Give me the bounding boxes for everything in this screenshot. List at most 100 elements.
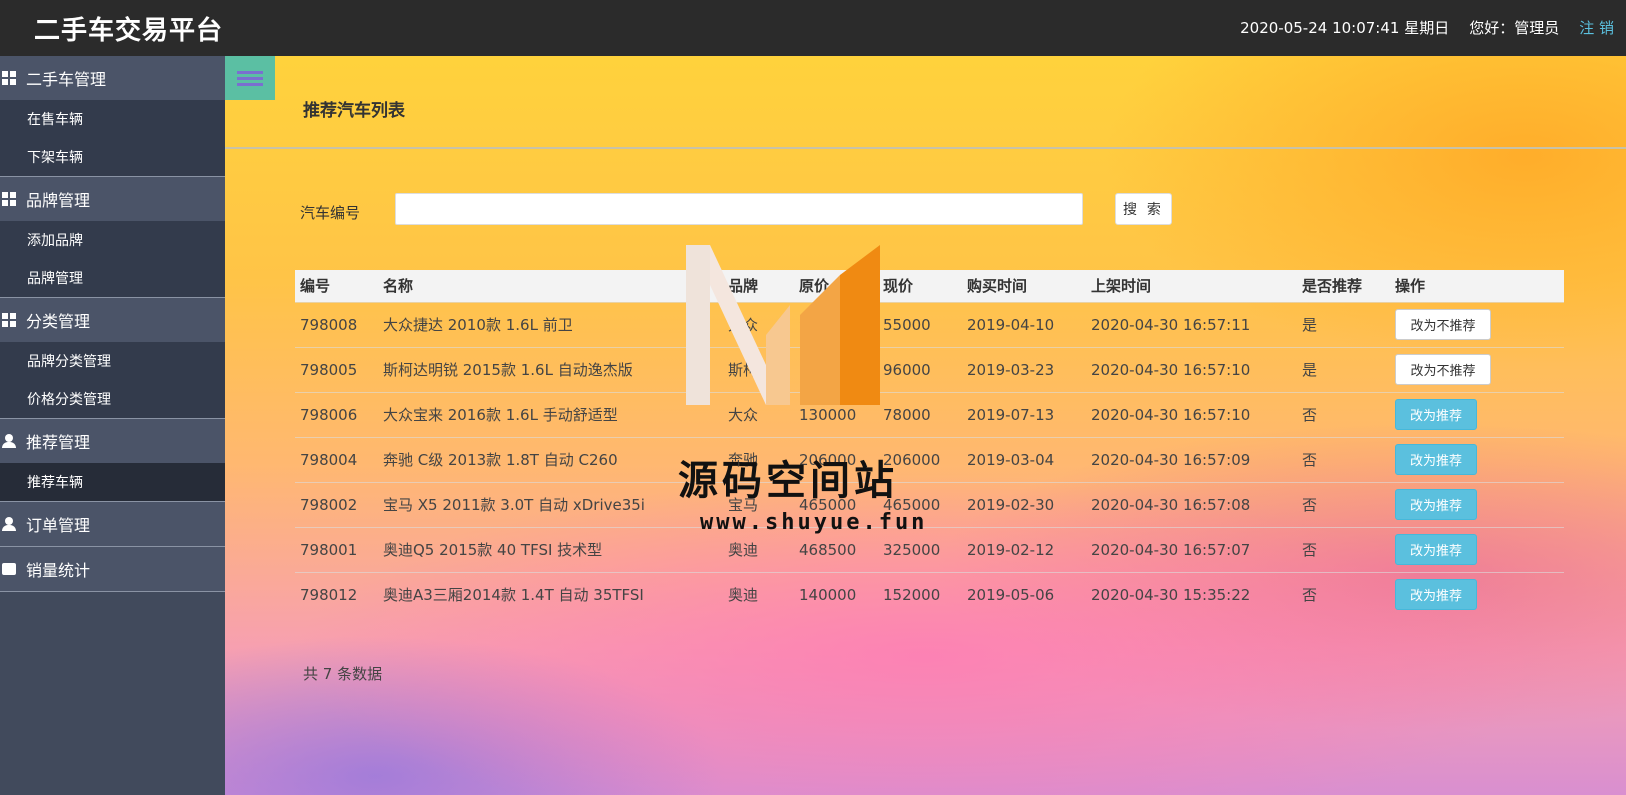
sidebar-group: 销量统计 bbox=[0, 547, 225, 592]
cell-buy: 2019-03-04 bbox=[962, 436, 1086, 482]
cell-orig: 140000 bbox=[794, 571, 878, 617]
sidebar-item[interactable]: 添加品牌 bbox=[0, 221, 225, 259]
recommend-button[interactable]: 改为推荐 bbox=[1395, 489, 1477, 520]
recommend-button[interactable]: 改为推荐 bbox=[1395, 444, 1477, 475]
car-table: 编号 名称 品牌 原价 现价 购买时间 上架时间 是否推荐 操作 798008 大众捷达 2010… bbox=[295, 270, 1564, 617]
sidebar-item[interactable]: 品牌管理 bbox=[0, 259, 225, 297]
cell-name: 宝马 X5 2011款 3.0T 自动 xDrive35i bbox=[378, 481, 723, 527]
chat-icon bbox=[2, 563, 16, 575]
sidebar-item[interactable]: 品牌分类管理 bbox=[0, 342, 225, 380]
record-count: 共 7 条数据 bbox=[303, 665, 383, 683]
cell-listed: 2020-04-30 15:35:22 bbox=[1086, 571, 1297, 617]
cell-buy: 2019-03-23 bbox=[962, 346, 1086, 392]
column-header: 原价 bbox=[794, 270, 878, 302]
top-info: 2020-05-24 10:07:41 星期日 您好：管理员 注 销 bbox=[1240, 17, 1614, 38]
cell-listed: 2020-04-30 16:57:10 bbox=[1086, 346, 1297, 392]
sidebar-item[interactable]: 在售车辆 bbox=[0, 100, 225, 138]
user-icon bbox=[2, 434, 16, 448]
cell-name: 奥迪A3三厢2014款 1.4T 自动 35TFSI bbox=[378, 571, 723, 617]
cell-action: 改为推荐 bbox=[1390, 571, 1564, 617]
cell-listed: 2020-04-30 16:57:08 bbox=[1086, 481, 1297, 527]
user-greeting: 您好：管理员 bbox=[1469, 19, 1560, 37]
cell-action: 改为推荐 bbox=[1390, 391, 1564, 437]
cell-rec: 是 bbox=[1297, 346, 1390, 392]
cell-action: 改为不推荐 bbox=[1390, 301, 1564, 347]
cell-brand: 大众 bbox=[723, 301, 794, 347]
cell-listed: 2020-04-30 16:57:10 bbox=[1086, 391, 1297, 437]
cell-brand: 大众 bbox=[723, 391, 794, 437]
column-header: 现价 bbox=[878, 270, 962, 302]
cell-price: 96000 bbox=[878, 346, 962, 392]
unrecommend-button[interactable]: 改为不推荐 bbox=[1395, 354, 1491, 385]
cell-name: 奥迪Q5 2015款 40 TFSI 技术型 bbox=[378, 526, 723, 572]
sidebar-group-title: 品牌管理 bbox=[26, 191, 91, 210]
column-header: 购买时间 bbox=[962, 270, 1086, 302]
user-icon bbox=[2, 517, 16, 531]
column-header: 上架时间 bbox=[1086, 270, 1297, 302]
sidebar-group-header[interactable]: 订单管理 bbox=[0, 502, 225, 546]
logout-link[interactable]: 注 销 bbox=[1579, 17, 1614, 38]
cell-price: 152000 bbox=[878, 571, 962, 617]
column-header: 操作 bbox=[1390, 270, 1564, 302]
cell-name: 奔驰 C级 2013款 1.8T 自动 C260 bbox=[378, 436, 723, 482]
recommend-button[interactable]: 改为推荐 bbox=[1395, 399, 1477, 430]
table-row: 798002 宝马 X5 2011款 3.0T 自动 xDrive35i 宝马 465… bbox=[295, 481, 1564, 527]
column-header: 品牌 bbox=[723, 270, 794, 302]
cell-rec: 否 bbox=[1297, 481, 1390, 527]
main-content: 推荐汽车列表 汽车编号 搜 索 编号 名称 品牌 原价 现价 购买时间 上架时间 是否推荐 操作… bbox=[225, 56, 1626, 795]
sidebar-group: 订单管理 bbox=[0, 502, 225, 547]
table-row: 798006 大众宝来 2016款 1.6L 手动舒适型 大众 130000 78000… bbox=[295, 391, 1564, 437]
sidebar: 二手车管理 在售车辆 下架车辆 品牌管理 添加品牌 品牌管理 分类管理 品牌分类管理 价格分类管… bbox=[0, 56, 225, 795]
datetime: 2020-05-24 10:07:41 星期日 bbox=[1240, 19, 1450, 37]
divider bbox=[225, 147, 1626, 149]
cell-buy: 2019-02-12 bbox=[962, 526, 1086, 572]
app-title: 二手车交易平台 bbox=[34, 16, 224, 46]
grid-icon bbox=[2, 71, 16, 85]
cell-id: 798001 bbox=[295, 526, 378, 572]
grid-icon bbox=[2, 192, 16, 206]
unrecommend-button[interactable]: 改为不推荐 bbox=[1395, 309, 1491, 340]
cell-rec: 否 bbox=[1297, 526, 1390, 572]
sidebar-item[interactable]: 下架车辆 bbox=[0, 138, 225, 176]
cell-orig: 154900 bbox=[794, 346, 878, 392]
table-header-row: 编号 名称 品牌 原价 现价 购买时间 上架时间 是否推荐 操作 bbox=[295, 270, 1564, 302]
cell-name: 斯柯达明锐 2015款 1.6L 自动逸杰版 bbox=[378, 346, 723, 392]
cell-action: 改为推荐 bbox=[1390, 526, 1564, 572]
sidebar-group-title: 二手车管理 bbox=[26, 70, 107, 89]
column-header: 名称 bbox=[378, 270, 723, 302]
sidebar-group: 推荐管理推荐车辆 bbox=[0, 419, 225, 502]
sidebar-item[interactable]: 推荐车辆 bbox=[0, 463, 225, 501]
table-row: 798001 奥迪Q5 2015款 40 TFSI 技术型 奥迪 468500 3250… bbox=[295, 526, 1564, 572]
cell-id: 798005 bbox=[295, 346, 378, 392]
recommend-button[interactable]: 改为推荐 bbox=[1395, 534, 1477, 565]
menu-toggle-icon[interactable] bbox=[225, 56, 275, 100]
table-body: 798008 大众捷达 2010款 1.6L 前卫 大众 96400 55000 2019… bbox=[295, 301, 1564, 617]
sidebar-group-header[interactable]: 分类管理 bbox=[0, 298, 225, 342]
cell-brand: 奥迪 bbox=[723, 571, 794, 617]
watermark-url: www.shuyue.fun bbox=[700, 510, 928, 535]
cell-buy: 2019-04-10 bbox=[962, 301, 1086, 347]
sidebar-group-header[interactable]: 推荐管理 bbox=[0, 419, 225, 463]
cell-rec: 是 bbox=[1297, 301, 1390, 347]
cell-buy: 2019-07-13 bbox=[962, 391, 1086, 437]
cell-buy: 2019-05-06 bbox=[962, 571, 1086, 617]
sidebar-group-title: 推荐管理 bbox=[26, 433, 91, 452]
sidebar-group-header[interactable]: 销量统计 bbox=[0, 547, 225, 591]
car-id-search-input[interactable] bbox=[395, 193, 1083, 225]
page-title: 推荐汽车列表 bbox=[303, 101, 405, 121]
sidebar-group-header[interactable]: 品牌管理 bbox=[0, 177, 225, 221]
cell-id: 798008 bbox=[295, 301, 378, 347]
cell-action: 改为不推荐 bbox=[1390, 346, 1564, 392]
cell-name: 大众捷达 2010款 1.6L 前卫 bbox=[378, 301, 723, 347]
sidebar-group: 分类管理 品牌分类管理 价格分类管理 bbox=[0, 298, 225, 419]
recommend-button[interactable]: 改为推荐 bbox=[1395, 579, 1477, 611]
top-bar: 二手车交易平台 2020-05-24 10:07:41 星期日 您好：管理员 注… bbox=[0, 0, 1626, 56]
search-label: 汽车编号 bbox=[300, 204, 361, 222]
sidebar-item[interactable]: 价格分类管理 bbox=[0, 380, 225, 418]
cell-price: 78000 bbox=[878, 391, 962, 437]
cell-rec: 否 bbox=[1297, 391, 1390, 437]
grid-icon bbox=[2, 313, 16, 327]
search-button[interactable]: 搜 索 bbox=[1115, 193, 1172, 225]
sidebar-group-header[interactable]: 二手车管理 bbox=[0, 56, 225, 100]
table-row: 798012 奥迪A3三厢2014款 1.4T 自动 35TFSI 奥迪 140000… bbox=[295, 571, 1564, 617]
